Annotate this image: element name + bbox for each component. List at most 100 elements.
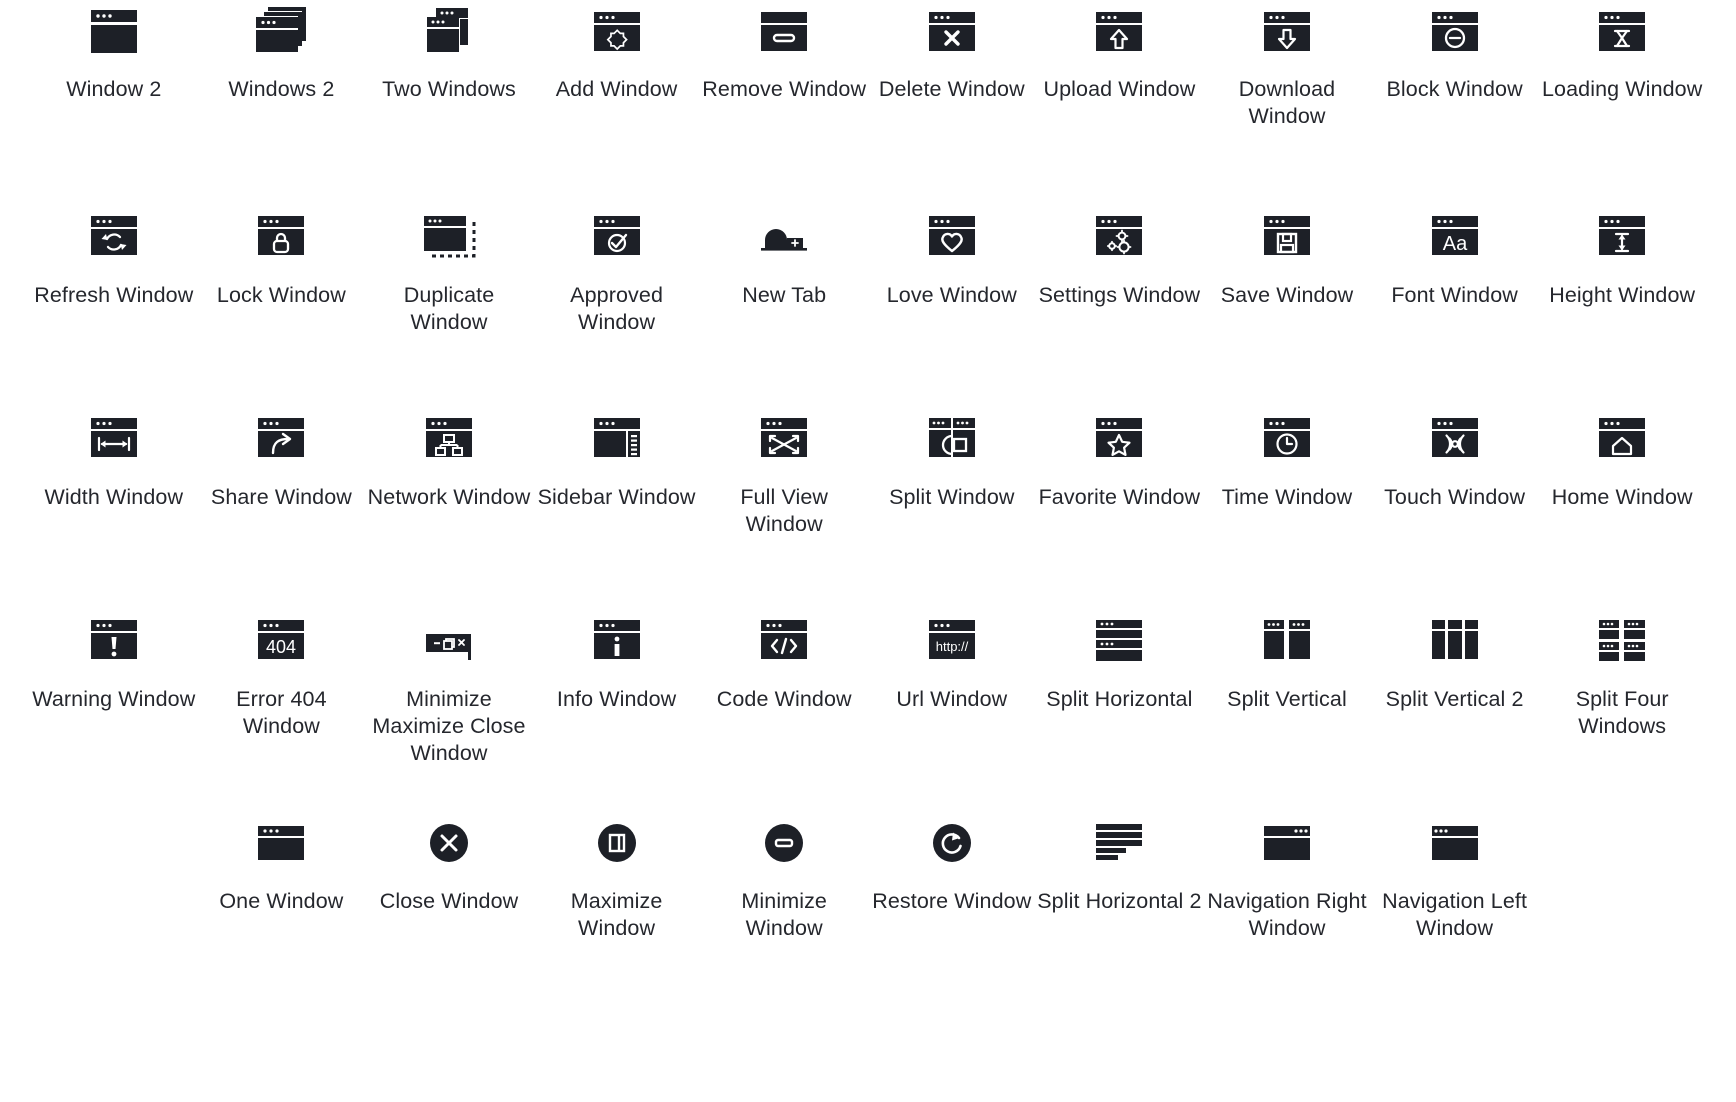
icon-label: Network Window [367, 485, 531, 509]
block-window-icon [1419, 2, 1491, 64]
icon-cell-width-window[interactable]: Width Window [30, 404, 198, 606]
info-window-icon [581, 608, 653, 674]
icon-cell-minimize-window[interactable]: Minimize Window [700, 808, 868, 1010]
icon-label: Duplicate Window [403, 283, 495, 334]
icon-label: Warning Window [32, 687, 196, 711]
icon-label: Refresh Window [34, 283, 194, 307]
icon-cell-save-window[interactable]: Save Window [1203, 202, 1371, 404]
icon-cell-full-view-window[interactable]: Full View Window [700, 404, 868, 606]
error-404-window-icon: 404 [245, 608, 317, 674]
split-horizontal-icon [1083, 608, 1155, 674]
icon-cell-navigation-right-window[interactable]: Navigation Right Window [1203, 808, 1371, 1010]
split-vertical-icon [1251, 608, 1323, 674]
icon-cell-network-window[interactable]: Network Window [365, 404, 533, 606]
icon-cell-refresh-window[interactable]: Refresh Window [30, 202, 198, 404]
icon-cell-touch-window[interactable]: Touch Window [1371, 404, 1539, 606]
icon-cell-approved-window[interactable]: Approved Window [533, 202, 701, 404]
icon-cell-one-window[interactable]: One Window [198, 808, 366, 1010]
icon-grid: Window 2 Windows 2 Two Windows Add Windo… [30, 0, 1706, 1010]
navigation-right-window-icon [1251, 810, 1323, 876]
icon-cell-windows-2[interactable]: Windows 2 [198, 0, 366, 202]
font-window-icon: Aa [1419, 204, 1491, 270]
icon-cell-url-window[interactable]: http:// Url Window [868, 606, 1036, 808]
add-window-icon [581, 2, 653, 64]
icon-label: Minimize Maximize Close Window [372, 687, 526, 765]
icon-cell-font-window[interactable]: Aa Font Window [1371, 202, 1539, 404]
icon-cell-code-window[interactable]: Code Window [700, 606, 868, 808]
icon-label: Add Window [555, 77, 678, 101]
icon-cell-love-window[interactable]: Love Window [868, 202, 1036, 404]
icon-cell-share-window[interactable]: Share Window [198, 404, 366, 606]
icon-cell-error-404-window[interactable]: 404 Error 404 Window [198, 606, 366, 808]
split-horizontal-2-icon [1083, 810, 1155, 876]
icon-label: Favorite Window [1038, 485, 1201, 509]
icon-cell-warning-window[interactable]: Warning Window [30, 606, 198, 808]
icon-cell-loading-window[interactable]: Loading Window [1538, 0, 1706, 202]
icon-label: Delete Window [878, 77, 1025, 101]
icon-label: Close Window [379, 889, 519, 913]
icon-sheet: Window 2 Windows 2 Two Windows Add Windo… [0, 0, 1736, 1102]
svg-text:404: 404 [266, 637, 296, 657]
window-2-icon [78, 2, 150, 64]
icon-cell-split-horizontal[interactable]: Split Horizontal [1036, 606, 1204, 808]
icon-cell-remove-window[interactable]: Remove Window [700, 0, 868, 202]
icon-cell-window-2[interactable]: Window 2 [30, 0, 198, 202]
save-window-icon [1251, 204, 1323, 270]
icon-label: Download Window [1238, 77, 1336, 128]
delete-window-icon [916, 2, 988, 64]
icon-cell-duplicate-window[interactable]: Duplicate Window [365, 202, 533, 404]
icon-cell-minimize-maximize-close-window[interactable]: Minimize Maximize Close Window [365, 606, 533, 808]
height-window-icon [1586, 204, 1658, 270]
icon-cell-time-window[interactable]: Time Window [1203, 404, 1371, 606]
navigation-left-window-icon [1419, 810, 1491, 876]
icon-cell-maximize-window[interactable]: Maximize Window [533, 808, 701, 1010]
icon-cell-delete-window[interactable]: Delete Window [868, 0, 1036, 202]
icon-cell-home-window[interactable]: Home Window [1538, 404, 1706, 606]
icon-cell-two-windows[interactable]: Two Windows [365, 0, 533, 202]
windows-2-icon [245, 2, 317, 64]
icon-cell-navigation-left-window[interactable]: Navigation Left Window [1371, 808, 1539, 1010]
icon-cell-close-window[interactable]: Close Window [365, 808, 533, 1010]
icon-cell-split-four-windows[interactable]: Split Four Windows [1538, 606, 1706, 808]
icon-cell-settings-window[interactable]: Settings Window [1036, 202, 1204, 404]
icon-label: Split Horizontal 2 [1037, 889, 1202, 913]
icon-label: Minimize Window [741, 889, 827, 940]
icon-label: Full View Window [740, 485, 829, 536]
warning-window-icon [78, 608, 150, 674]
icon-label: Loading Window [1542, 77, 1703, 101]
network-window-icon [413, 406, 485, 472]
icon-cell-split-window[interactable]: Split Window [868, 404, 1036, 606]
icon-label: Block Window [1386, 77, 1523, 101]
approved-window-icon [581, 204, 653, 270]
icon-cell-favorite-window[interactable]: Favorite Window [1036, 404, 1204, 606]
svg-text:http://: http:// [936, 639, 969, 654]
icon-cell-download-window[interactable]: Download Window [1203, 0, 1371, 202]
icon-label: Restore Window [872, 889, 1032, 913]
icon-cell-height-window[interactable]: Height Window [1538, 202, 1706, 404]
code-window-icon [748, 608, 820, 674]
icon-label: Love Window [886, 283, 1017, 307]
download-window-icon [1251, 2, 1323, 64]
icon-cell-split-vertical[interactable]: Split Vertical [1203, 606, 1371, 808]
icon-label: Home Window [1551, 485, 1693, 509]
icon-cell-split-horizontal-2[interactable]: Split Horizontal 2 [1036, 808, 1204, 1010]
icon-label: Upload Window [1043, 77, 1196, 101]
icon-label: Font Window [1391, 283, 1518, 307]
icon-label: Window 2 [66, 77, 162, 101]
icon-label: Split Vertical 2 [1385, 687, 1524, 711]
icon-cell-upload-window[interactable]: Upload Window [1036, 0, 1204, 202]
icon-cell-restore-window[interactable]: Restore Window [868, 808, 1036, 1010]
icon-label: Split Window [889, 485, 1015, 509]
icon-label: Split Horizontal [1046, 687, 1193, 711]
icon-cell-block-window[interactable]: Block Window [1371, 0, 1539, 202]
icon-cell-info-window[interactable]: Info Window [533, 606, 701, 808]
time-window-icon [1251, 406, 1323, 472]
icon-cell-add-window[interactable]: Add Window [533, 0, 701, 202]
remove-window-icon [748, 2, 820, 64]
icon-cell-sidebar-window[interactable]: Sidebar Window [533, 404, 701, 606]
icon-cell-lock-window[interactable]: Lock Window [198, 202, 366, 404]
icon-label: Settings Window [1038, 283, 1201, 307]
restore-window-icon [916, 810, 988, 876]
icon-cell-new-tab[interactable]: New Tab [700, 202, 868, 404]
icon-cell-split-vertical-2[interactable]: Split Vertical 2 [1371, 606, 1539, 808]
